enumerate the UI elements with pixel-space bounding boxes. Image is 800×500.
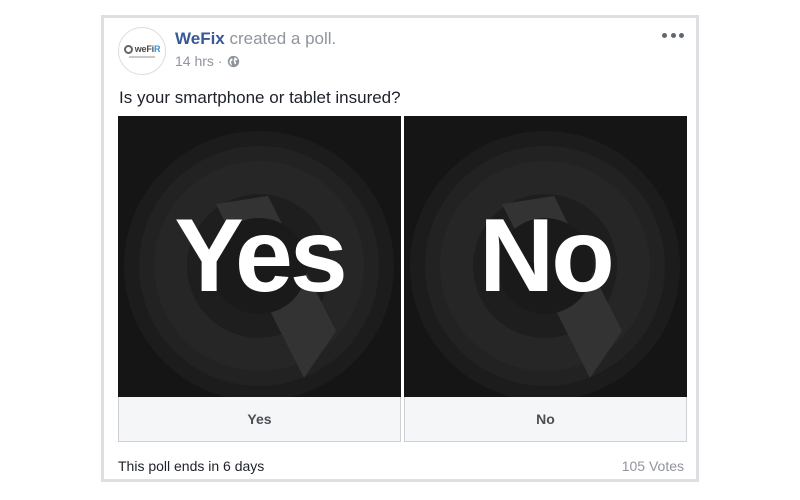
poll-option-no[interactable]: No No <box>404 116 687 444</box>
logo-text: weFiR <box>134 44 161 54</box>
page-avatar[interactable]: weFiR <box>118 27 166 75</box>
wrench-circle-icon <box>123 44 133 54</box>
globe-icon[interactable] <box>227 55 240 68</box>
vote-no-button[interactable]: No <box>404 397 687 442</box>
poll-question: Is your smartphone or tablet insured? <box>119 88 401 107</box>
poll-option-yes[interactable]: Yes Yes <box>118 116 401 444</box>
meta-separator: · <box>217 53 223 69</box>
poll-option-image[interactable]: Yes <box>118 116 401 397</box>
votes-count-link[interactable]: 105 Votes <box>622 458 684 474</box>
poll-post-card: weFiR WeFix created a poll. 14 hrs · Is … <box>101 15 699 482</box>
option-image-text: No <box>479 198 615 314</box>
author-name-link[interactable]: WeFix <box>175 29 225 48</box>
post-meta: 14 hrs · <box>175 53 240 69</box>
more-dots-icon[interactable] <box>662 28 684 42</box>
poll-option-image[interactable]: No <box>404 116 687 397</box>
wefix-logo: weFiR <box>123 44 161 58</box>
poll-ends-text: This poll ends in 6 days <box>118 458 265 474</box>
post-action-text: created a poll. <box>224 29 337 48</box>
post-timestamp-link[interactable]: 14 hrs <box>175 53 214 69</box>
logo-tagline <box>129 56 155 58</box>
vote-yes-button[interactable]: Yes <box>118 397 401 442</box>
option-image-text: Yes <box>174 198 347 314</box>
post-header: WeFix created a poll. <box>175 28 336 50</box>
